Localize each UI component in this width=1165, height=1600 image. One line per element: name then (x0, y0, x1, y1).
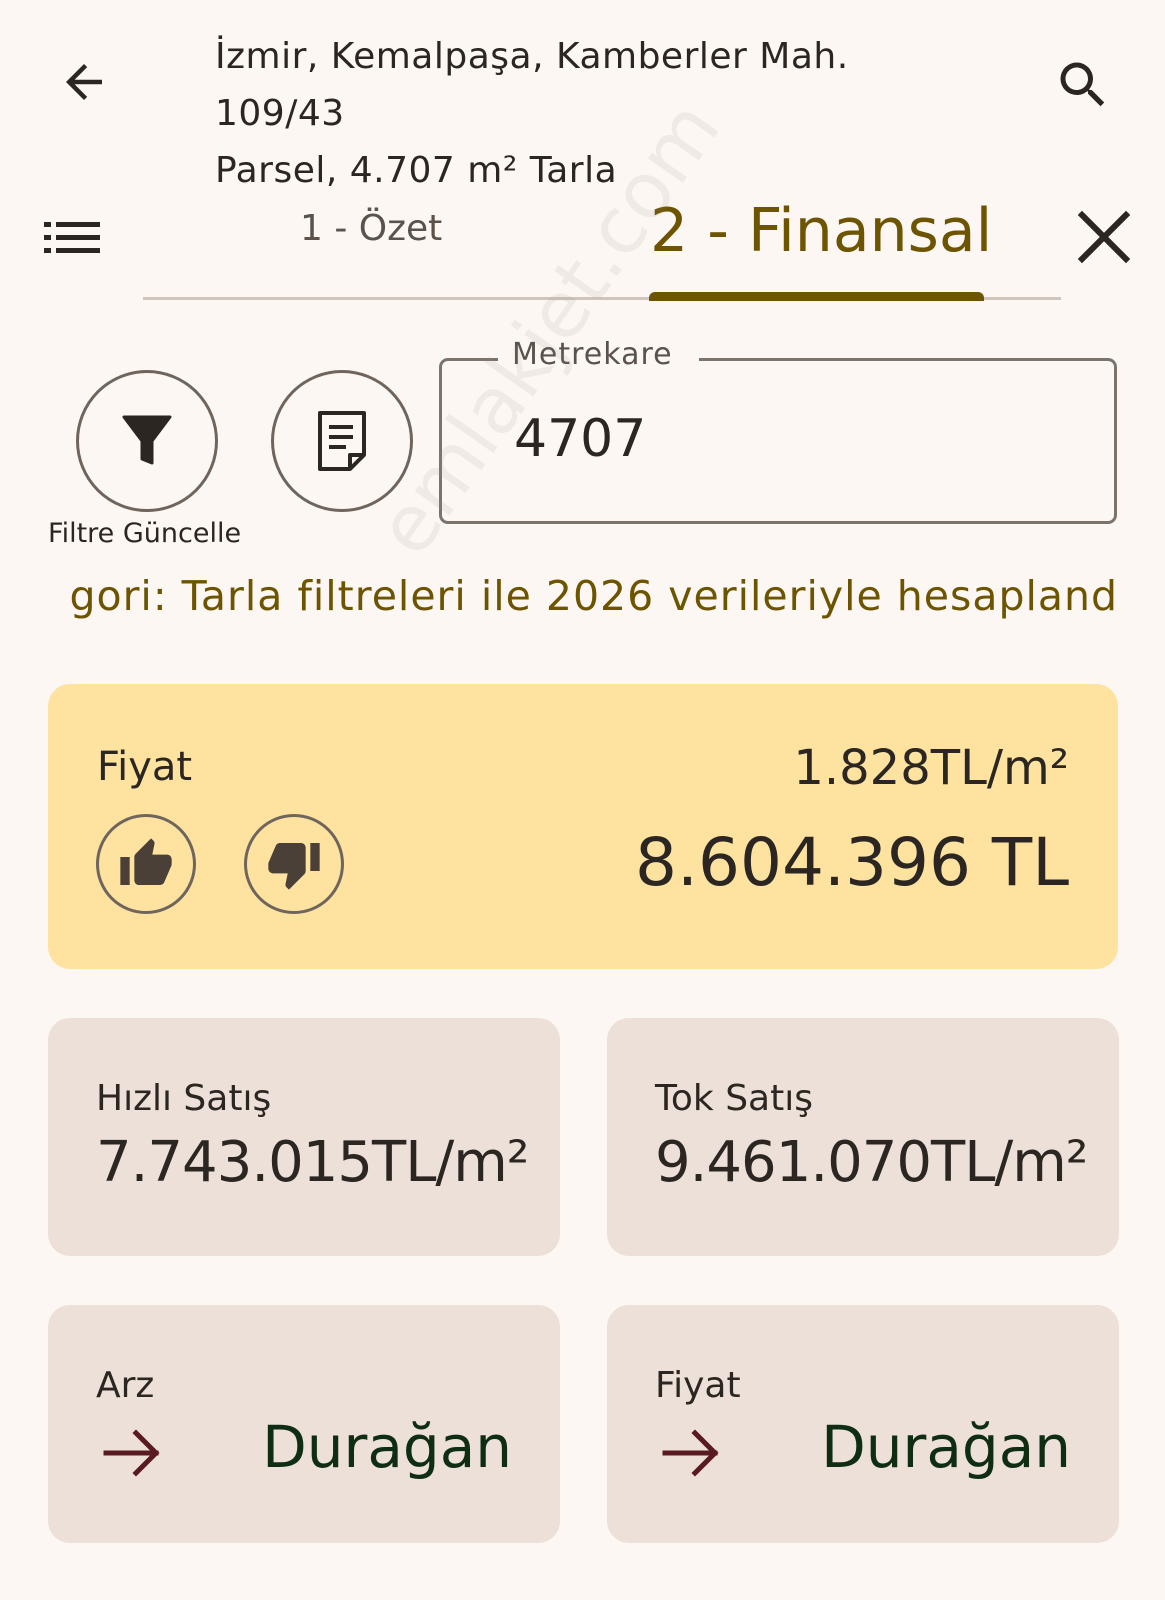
listing-title: İzmir, Kemalpaşa, Kamberler Mah. 109/43 … (215, 28, 975, 199)
report-button[interactable] (271, 370, 413, 512)
supply-trend-value: Durağan (262, 1413, 512, 1481)
arrow-right-icon (103, 1429, 160, 1477)
filter-label: Filtre Güncelle (48, 518, 242, 549)
close-button[interactable] (1073, 206, 1135, 268)
info-text: gori: Tarla filtreleri ile 2026 verileri… (69, 572, 1118, 620)
area-input[interactable] (514, 409, 1074, 469)
document-icon (318, 411, 366, 471)
supply-trend-title: Arz (96, 1365, 155, 1406)
thumbs-down-icon (268, 843, 320, 890)
area-field[interactable]: Metrekare (439, 337, 1117, 524)
price-per-m2: 1.828TL/m² (793, 740, 1069, 796)
active-tab-indicator (649, 292, 984, 301)
quick-sale-title: Hızlı Satış (96, 1078, 272, 1119)
price-trend-value: Durağan (821, 1413, 1071, 1481)
price-label: Fiyat (97, 744, 193, 790)
title-line-1: İzmir, Kemalpaşa, Kamberler Mah. 109/43 (215, 36, 849, 134)
arrow-right-icon (662, 1429, 719, 1477)
tab-ozet[interactable]: 1 - Özet (300, 208, 442, 249)
dislike-button[interactable] (244, 814, 344, 914)
full-sale-card: Tok Satış 9.461.070TL/m² (607, 1018, 1119, 1256)
full-sale-title: Tok Satış (655, 1078, 813, 1119)
price-card: Fiyat 1.828TL/m² 8.604.396 TL (48, 684, 1118, 969)
search-icon (1060, 62, 1105, 107)
price-trend-title: Fiyat (655, 1365, 741, 1406)
quick-sale-value: 7.743.015TL/m² (96, 1130, 529, 1195)
price-total: 8.604.396 TL (635, 824, 1069, 901)
price-trend-card: Fiyat Durağan (607, 1305, 1119, 1543)
tab-finansal[interactable]: 2 - Finansal (650, 196, 992, 266)
like-button[interactable] (96, 814, 196, 914)
arrow-left-icon (66, 64, 102, 100)
thumbs-up-icon (120, 838, 172, 885)
full-sale-value: 9.461.070TL/m² (655, 1130, 1088, 1195)
close-icon (1077, 210, 1131, 264)
title-line-2: Parsel, 4.707 m² Tarla (215, 150, 618, 191)
menu-button[interactable] (42, 218, 102, 258)
info-marquee: gori: Tarla filtreleri ile 2026 verileri… (48, 572, 1118, 632)
search-button[interactable] (1048, 50, 1118, 120)
filter-button[interactable] (76, 370, 218, 512)
list-icon (44, 222, 100, 253)
supply-trend-card: Arz Durağan (48, 1305, 560, 1543)
quick-sale-card: Hızlı Satış 7.743.015TL/m² (48, 1018, 560, 1256)
filter-icon (122, 415, 172, 465)
area-field-label: Metrekare (498, 337, 699, 372)
back-button[interactable] (52, 50, 116, 114)
